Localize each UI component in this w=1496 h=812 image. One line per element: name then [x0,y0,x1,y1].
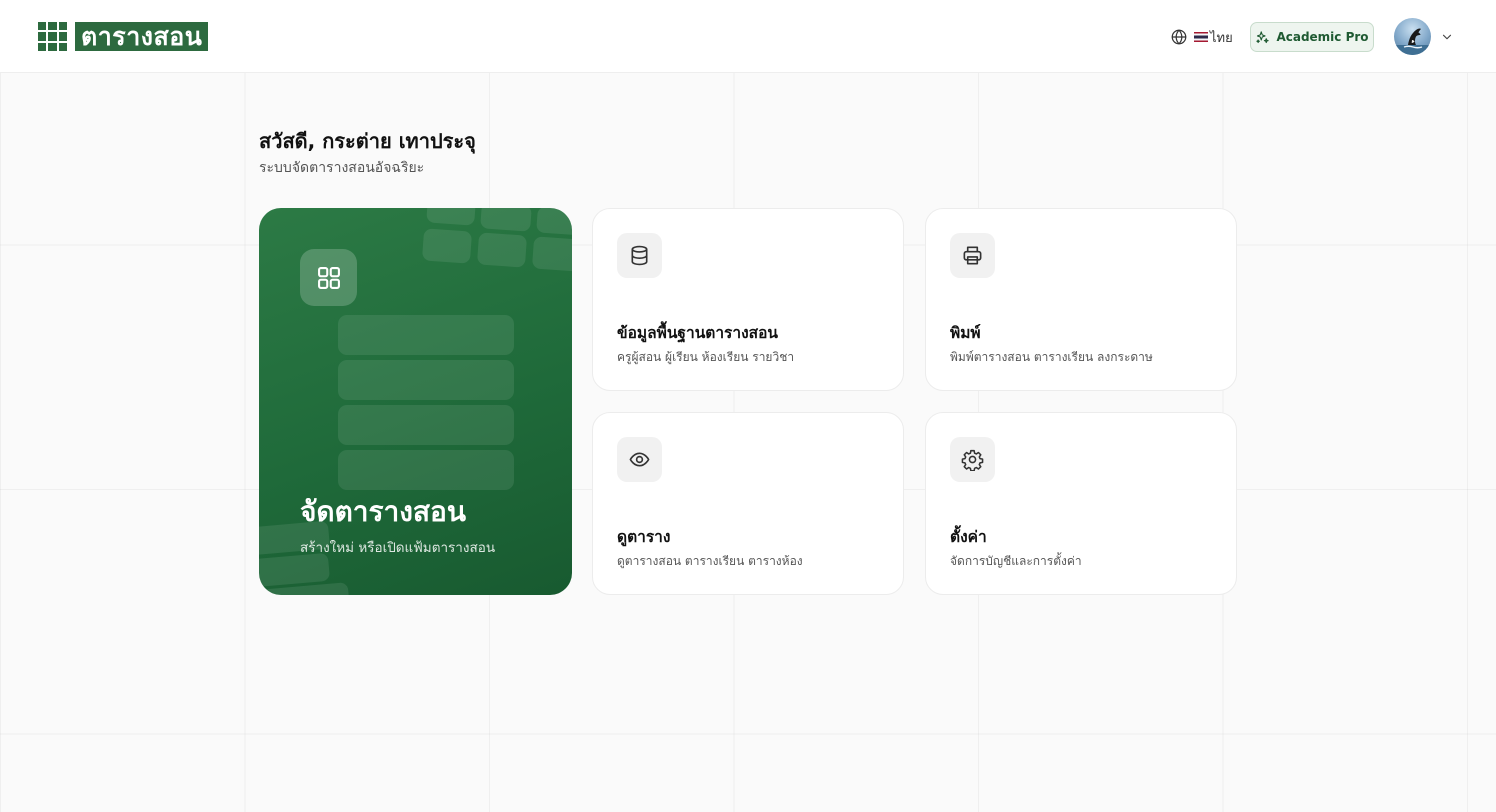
thai-flag-icon [1194,32,1208,42]
create-schedule-card[interactable]: จัดตารางสอน สร้างใหม่ หรือเปิดแฟ้มตารางส… [259,208,572,595]
avatar-image [1394,28,1431,55]
greeting-subtitle: ระบบจัดตารางสอนอัจฉริยะ [259,160,425,176]
decor-block [421,228,473,264]
plan-label: Academic Pro [1276,30,1369,44]
logo-grid-icon [38,22,67,51]
card-description: ดูตารางสอน ตารางเรียน ตารางห้อง [617,554,803,568]
eye-icon [629,452,650,467]
card-print[interactable]: พิมพ์ พิมพ์ตารางสอน ตารางเรียน ลงกระดาษ [925,208,1237,391]
card-description: ครูผู้สอน ผู้เรียน ห้องเรียน รายวิชา [617,350,795,364]
card-icon-box [617,233,662,278]
decor-block [480,208,532,232]
decor-row [338,405,514,445]
hero-title: จัดตารางสอน [300,495,466,528]
card-icon-box [950,437,995,482]
decor-row [338,360,514,400]
printer-icon [963,246,982,265]
globe-icon [1171,29,1187,45]
decor-block [531,236,572,272]
database-icon [631,245,648,266]
card-title: ตั้งค่า [950,528,987,546]
card-icon-box [617,437,662,482]
app-logo[interactable]: ตารางสอน [38,22,209,51]
gear-icon [961,449,984,471]
card-base-data[interactable]: ข้อมูลพื้นฐานตารางสอน ครูผู้สอน ผู้เรียน… [592,208,904,391]
decor-row [338,450,514,490]
decor-block [476,232,528,268]
card-title: พิมพ์ [950,324,981,342]
hero-subtitle: สร้างใหม่ หรือเปิดแฟ้มตารางสอน [300,540,496,556]
language-selector[interactable]: ไทย [1170,26,1233,48]
greeting-title: สวัสดี, กระต่าย เทาประจุ [259,129,476,153]
chevron-down-icon[interactable] [1440,30,1454,44]
decor-block [536,208,572,236]
logo-text: ตารางสอน [75,22,209,51]
hero-icon-box [300,249,357,306]
plan-badge[interactable]: Academic Pro [1250,22,1374,52]
top-header: ตารางสอน ไทย Academic Pro [0,0,1496,73]
language-label: ไทย [1210,30,1233,46]
decor-row [338,315,514,355]
card-icon-box [950,233,995,278]
card-description: จัดการบัญชีและการตั้งค่า [950,554,1082,568]
card-title: ดูตาราง [617,528,671,546]
card-title: ข้อมูลพื้นฐานตารางสอน [617,324,779,342]
card-description: พิมพ์ตารางสอน ตารางเรียน ลงกระดาษ [950,350,1153,364]
sparkles-icon [1256,30,1270,43]
card-settings[interactable]: ตั้งค่า จัดการบัญชีและการตั้งค่า [925,412,1237,595]
card-view-schedule[interactable]: ดูตาราง ดูตารางสอน ตารางเรียน ตารางห้อง [592,412,904,595]
avatar[interactable] [1394,18,1431,55]
decor-block [426,208,476,226]
grid-icon [317,266,340,289]
